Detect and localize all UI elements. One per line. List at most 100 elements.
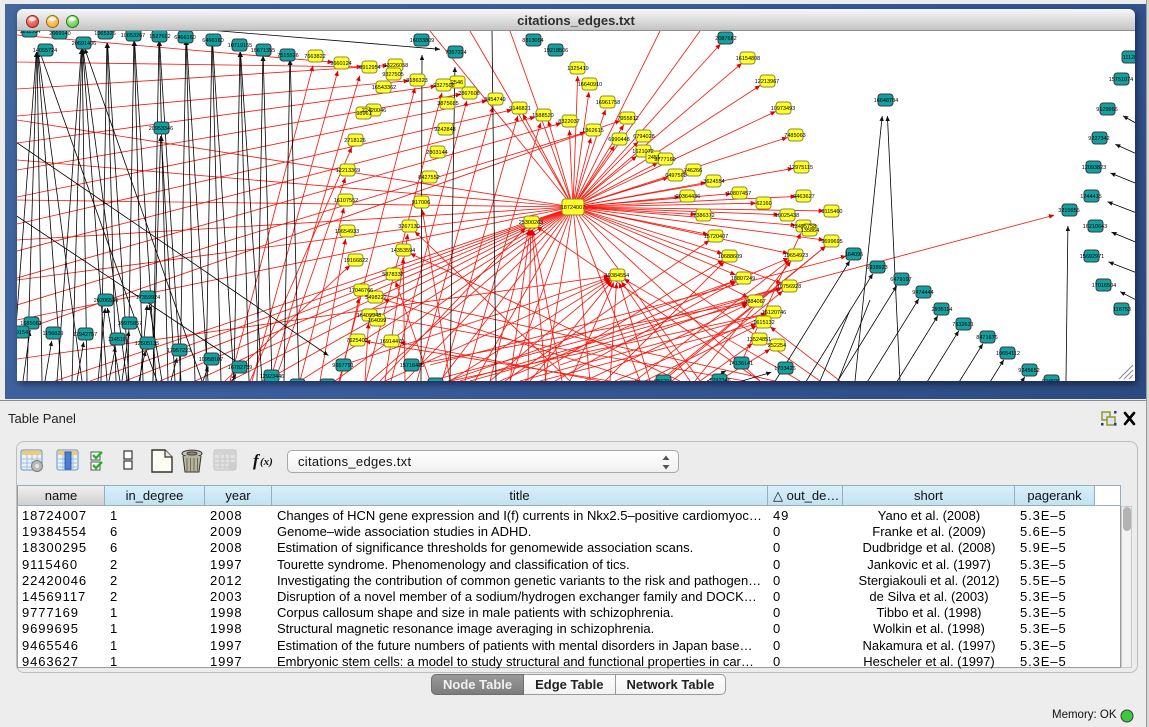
svg-text:16914479: 16914479: [380, 339, 404, 345]
svg-text:884204: 884204: [654, 379, 672, 381]
svg-text:3624554: 3624554: [703, 179, 724, 185]
svg-text:11128: 11128: [1123, 55, 1135, 61]
svg-text:6479197: 6479197: [890, 277, 911, 283]
svg-text:116753: 116753: [1113, 307, 1131, 313]
svg-text:19166822: 19166822: [344, 258, 368, 264]
svg-text:17046766: 17046766: [349, 288, 373, 294]
svg-text:16961758: 16961758: [596, 100, 620, 106]
svg-text:10025438: 10025438: [775, 213, 799, 219]
svg-text:9463627: 9463627: [793, 194, 814, 200]
svg-text:12505135: 12505135: [135, 341, 159, 347]
svg-text:7955812: 7955812: [617, 116, 638, 122]
svg-text:7663822: 7663822: [304, 54, 325, 60]
svg-text:16033809: 16033809: [410, 38, 434, 44]
svg-text:19654923: 19654923: [784, 253, 808, 259]
svg-text:9777169: 9777169: [654, 157, 675, 163]
svg-text:8427552: 8427552: [418, 175, 439, 181]
svg-text:1292346: 1292346: [709, 378, 730, 381]
svg-text:9660124: 9660124: [330, 61, 351, 67]
svg-text:9327505: 9327505: [382, 72, 403, 78]
svg-text:5878332: 5878332: [382, 272, 403, 278]
svg-text:3875685: 3875685: [437, 101, 458, 107]
svg-text:1588520: 1588520: [532, 113, 553, 119]
svg-text:9474444: 9474444: [912, 290, 933, 296]
svg-text:16543362: 16543362: [372, 85, 396, 91]
svg-text:17942757: 17942757: [73, 332, 97, 338]
svg-text:16154808: 16154808: [736, 56, 760, 62]
svg-text:7632621: 7632621: [952, 322, 973, 328]
svg-text:14353594: 14353594: [391, 248, 415, 254]
svg-text:6466160: 6466160: [174, 35, 195, 41]
svg-text:15692971: 15692971: [1080, 254, 1104, 260]
svg-text:(x): (x): [260, 456, 273, 468]
svg-text:9227342: 9227342: [1088, 136, 1109, 142]
svg-text:917006: 917006: [412, 200, 430, 206]
svg-text:19384554: 19384554: [605, 273, 629, 279]
svg-text:10719155: 10719155: [228, 43, 252, 49]
svg-text:18807249: 18807249: [731, 276, 755, 282]
svg-text:18724007: 18724007: [561, 205, 585, 211]
svg-text:20364436: 20364436: [676, 194, 700, 200]
svg-text:5498222: 5498222: [365, 295, 386, 301]
svg-text:10807457: 10807457: [727, 191, 751, 197]
svg-text:8813054: 8813054: [522, 38, 543, 44]
svg-text:2087682: 2087682: [715, 36, 736, 42]
svg-text:1527602: 1527602: [149, 34, 170, 40]
svg-text:12213967: 12213967: [755, 79, 779, 85]
svg-text:2718126: 2718126: [344, 138, 365, 144]
svg-text:252254: 252254: [768, 343, 786, 349]
svg-text:8454749: 8454749: [484, 97, 505, 103]
svg-text:9129966: 9129966: [1096, 107, 1117, 113]
svg-text:10958107: 10958107: [199, 357, 223, 363]
svg-text:39975857: 39975857: [118, 321, 142, 327]
svg-text:20953346: 20953346: [149, 126, 173, 132]
svg-text:17016504: 17016504: [1092, 283, 1116, 289]
svg-text:746266: 746266: [684, 168, 702, 174]
svg-text:9657791: 9657791: [332, 363, 353, 369]
svg-text:20206536: 20206536: [94, 298, 118, 304]
svg-text:9245652: 9245652: [1018, 368, 1039, 374]
svg-text:924506: 924506: [1042, 379, 1060, 381]
svg-text:12093823: 12093823: [1082, 165, 1106, 171]
svg-text:9884067: 9884067: [744, 299, 765, 305]
svg-text:13226058: 13226058: [384, 63, 408, 69]
svg-text:8471676: 8471676: [976, 335, 997, 341]
svg-text:135864: 135864: [801, 228, 819, 234]
svg-text:1811304: 1811304: [19, 31, 40, 35]
svg-text:6990448: 6990448: [608, 137, 629, 143]
svg-text:3267130: 3267130: [398, 224, 419, 230]
svg-text:10654112: 10654112: [996, 351, 1020, 357]
svg-text:7485063: 7485063: [784, 133, 805, 139]
svg-text:2867608: 2867608: [458, 91, 479, 97]
svg-text:7357224: 7357224: [445, 50, 466, 56]
svg-text:15751074: 15751074: [1109, 77, 1133, 83]
svg-text:2069140: 2069140: [49, 31, 70, 37]
svg-text:17359924: 17359924: [136, 295, 160, 301]
svg-text:10756928: 10756928: [777, 284, 801, 290]
svg-text:9115460: 9115460: [821, 209, 842, 215]
svg-text:25300263: 25300263: [519, 220, 543, 226]
svg-text:9327508: 9327508: [433, 83, 454, 89]
svg-text:9242848: 9242848: [434, 127, 455, 133]
svg-text:1156829: 1156829: [42, 331, 63, 337]
svg-text:7386372: 7386372: [693, 213, 714, 219]
svg-text:62160: 62160: [756, 201, 771, 207]
svg-text:1685061: 1685061: [20, 321, 41, 327]
svg-text:2803144: 2803144: [426, 150, 447, 156]
svg-text:12213369: 12213369: [336, 168, 360, 174]
svg-text:15716485: 15716485: [400, 363, 424, 369]
svg-text:6794028: 6794028: [633, 134, 654, 140]
svg-text:16671355: 16671355: [251, 48, 275, 54]
svg-text:3215955: 3215955: [1058, 208, 1079, 214]
svg-text:20691406: 20691406: [72, 41, 96, 47]
svg-text:16210643: 16210643: [1083, 224, 1107, 230]
svg-text:10973493: 10973493: [771, 106, 795, 112]
svg-text:1244415: 1244415: [1080, 194, 1101, 200]
svg-text:7625402: 7625402: [346, 338, 367, 344]
svg-text:1362615: 1362615: [582, 128, 603, 134]
svg-text:16120746: 16120746: [762, 310, 786, 316]
svg-text:16107552: 16107552: [334, 198, 358, 204]
svg-text:6466160: 6466160: [202, 38, 223, 44]
svg-text:17957223: 17957223: [167, 348, 191, 354]
svg-text:10688609: 10688609: [718, 254, 742, 260]
